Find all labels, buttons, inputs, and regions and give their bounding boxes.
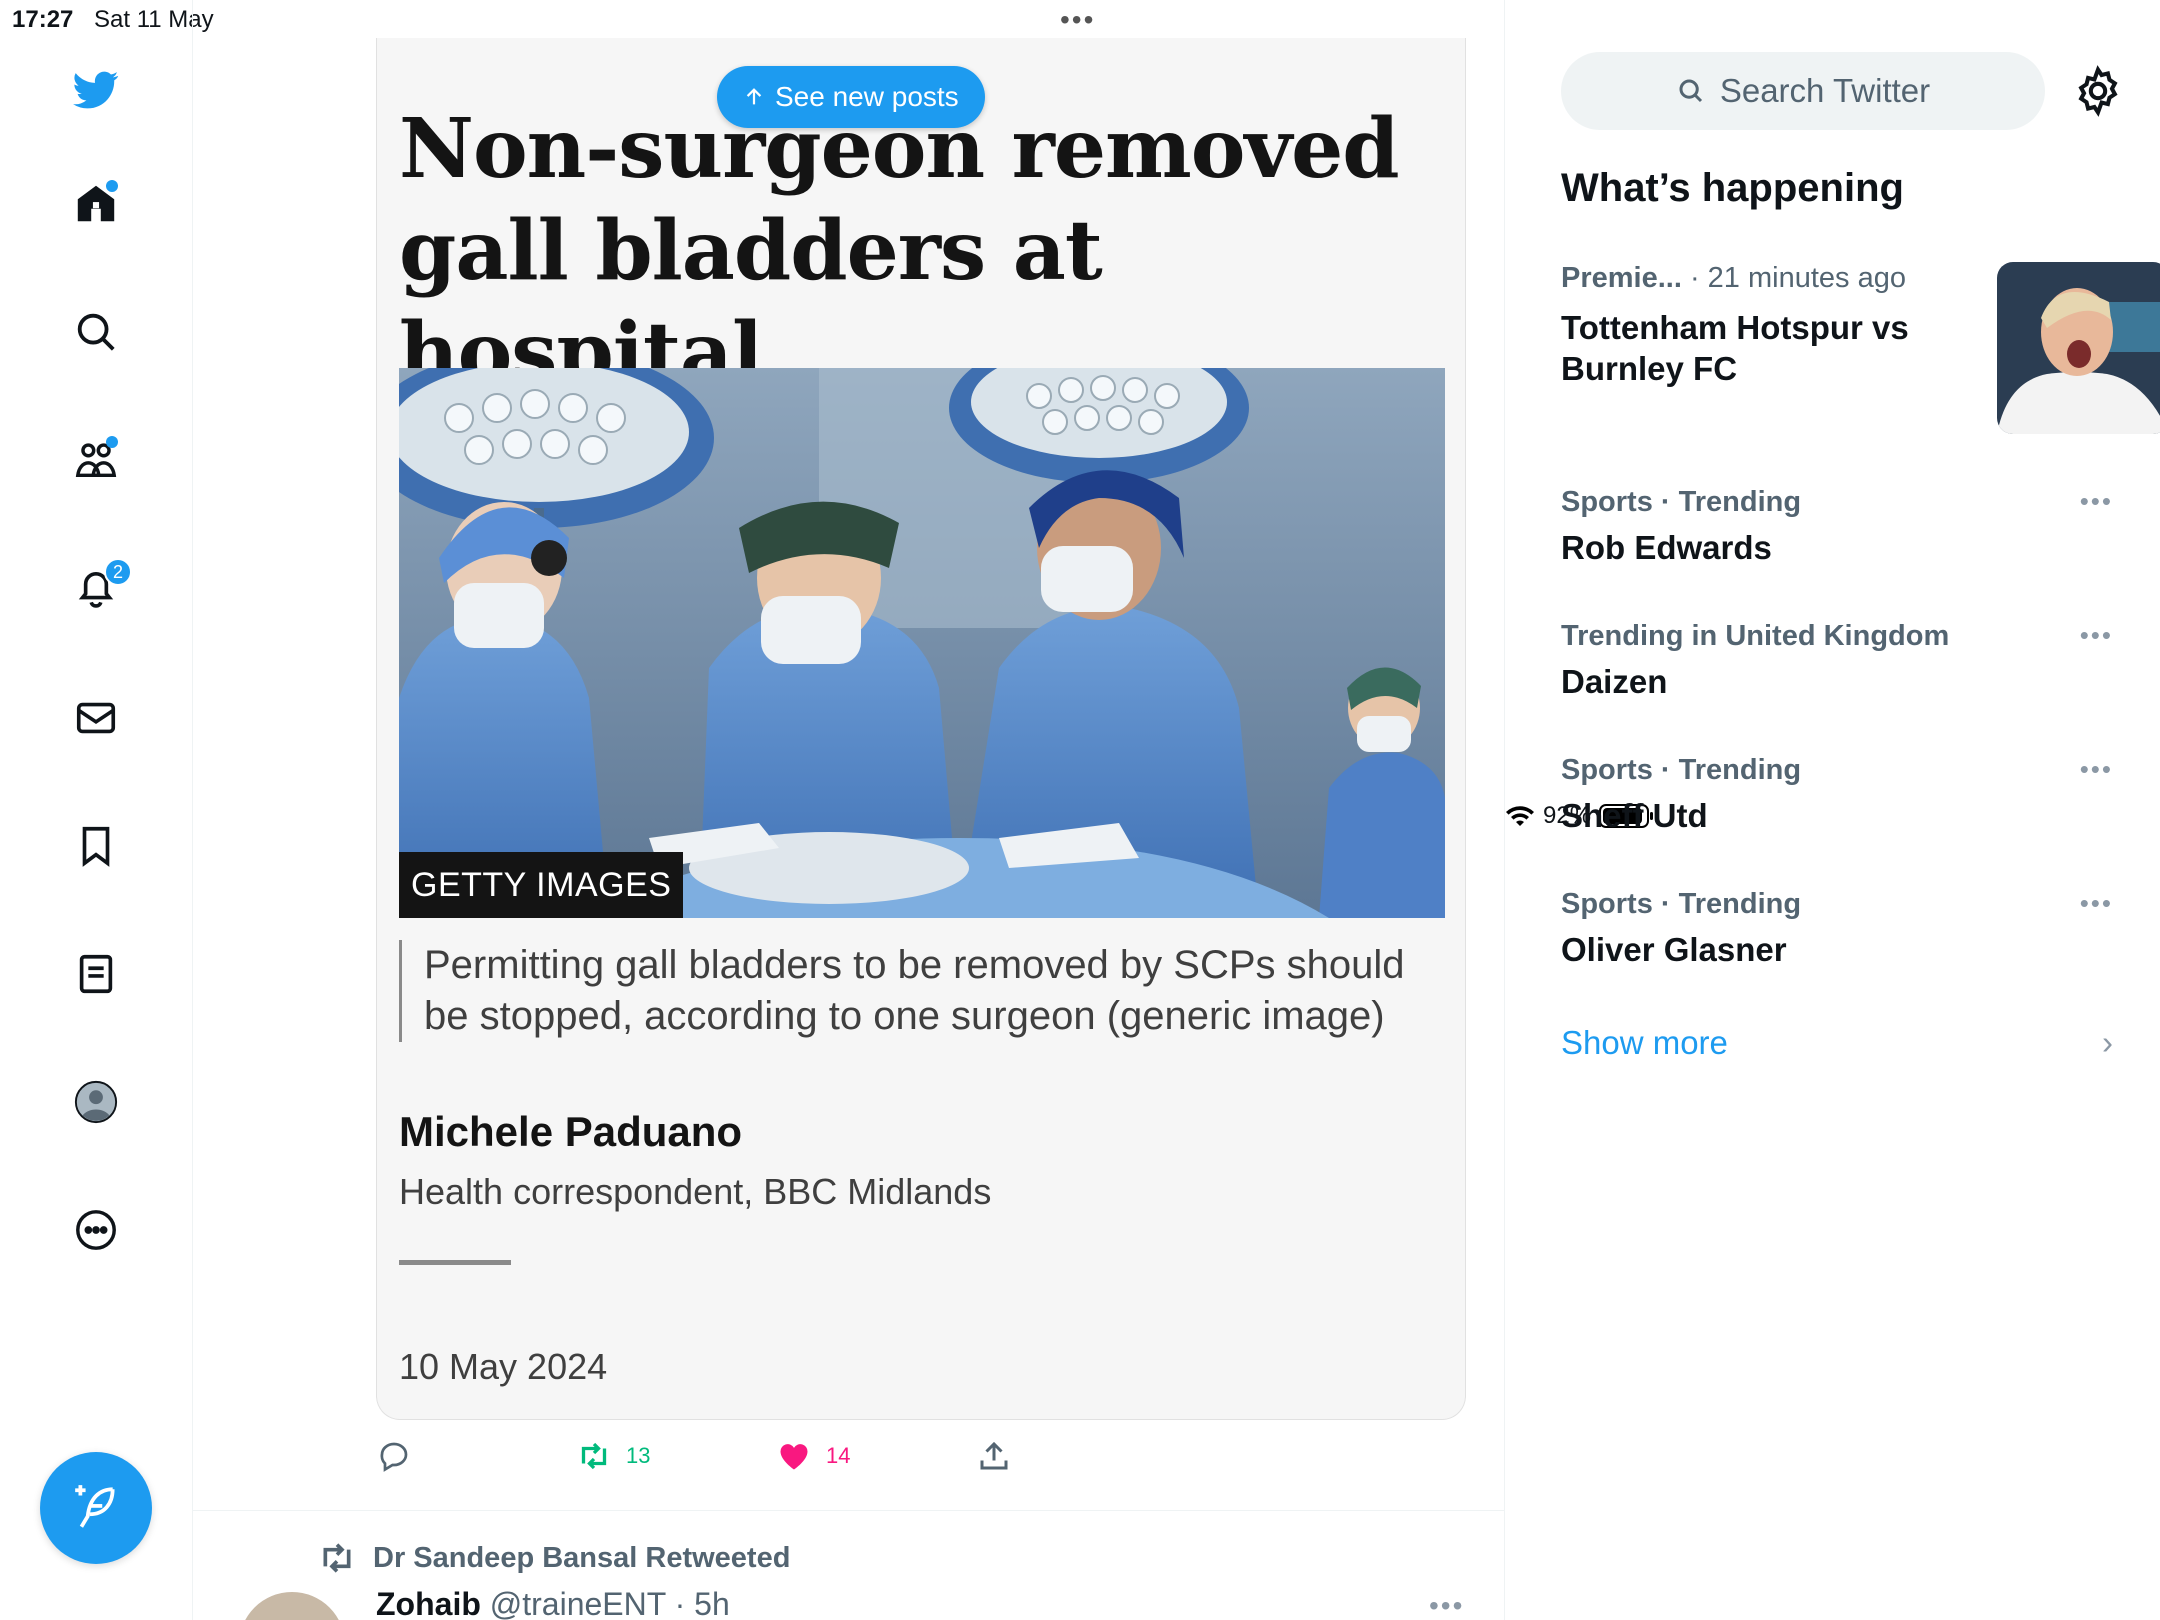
search-placeholder: Search Twitter bbox=[1719, 72, 1931, 109]
photo-credit: GETTY IMAGES bbox=[399, 852, 684, 918]
profile-avatar[interactable] bbox=[66, 1072, 126, 1132]
trend-name: Sheff Utd bbox=[1561, 797, 1708, 834]
settings-gear-icon[interactable] bbox=[2071, 64, 2125, 118]
bookmark-icon[interactable] bbox=[66, 816, 126, 876]
trend-name: Daizen bbox=[1561, 663, 1668, 700]
trend-category: Sports · Trending bbox=[1561, 486, 1802, 518]
trend-more-icon[interactable]: ••• bbox=[2080, 620, 2113, 651]
news-item[interactable]: Premie... · 21 minutes ago Tottenham Hot… bbox=[1561, 262, 2160, 434]
share-button[interactable] bbox=[976, 1438, 1012, 1474]
lists-icon[interactable] bbox=[66, 944, 126, 1004]
news-category: Premie... bbox=[1561, 262, 1682, 294]
more-icon[interactable] bbox=[66, 1200, 126, 1260]
retweeted-by-label: Dr Sandeep Bansal Retweeted bbox=[373, 1541, 791, 1574]
compose-feather-icon bbox=[75, 1485, 115, 1528]
left-nav: 2 bbox=[0, 0, 193, 1620]
trend-item[interactable]: Sports · Trending Sheff Utd ••• bbox=[1561, 754, 2113, 835]
news-time: · 21 minutes ago bbox=[1689, 262, 1906, 294]
tweet-author-name: Zohaib bbox=[376, 1586, 481, 1620]
retweet-small-icon bbox=[323, 1543, 351, 1573]
tweet-header[interactable]: Zohaib @traineENT · 5h bbox=[376, 1586, 730, 1620]
show-more-link[interactable]: Show more › bbox=[1561, 1024, 2113, 1062]
mail-icon[interactable] bbox=[66, 688, 126, 748]
tweet-author-avatar[interactable] bbox=[239, 1592, 345, 1620]
communities-icon[interactable] bbox=[66, 430, 126, 490]
share-icon bbox=[980, 1441, 1008, 1470]
trend-more-icon[interactable]: ••• bbox=[2080, 888, 2113, 919]
retweeted-by[interactable]: Dr Sandeep Bansal Retweeted bbox=[317, 1538, 790, 1578]
trend-more-icon[interactable]: ••• bbox=[2080, 486, 2113, 517]
like-button[interactable]: 14 bbox=[776, 1438, 850, 1474]
search-field-icon bbox=[1679, 79, 1702, 103]
heart-icon bbox=[780, 1444, 808, 1470]
search-input[interactable]: Search Twitter bbox=[1561, 52, 2045, 130]
article-photo: GETTY IMAGES bbox=[399, 368, 1445, 918]
trend-category: Trending in United Kingdom bbox=[1561, 620, 1950, 652]
article-date: 10 May 2024 bbox=[399, 1346, 608, 1387]
trend-category: Sports · Trending bbox=[1561, 888, 1802, 920]
chevron-right-icon: › bbox=[2102, 1024, 2113, 1061]
trend-item[interactable]: Sports · Trending Rob Edwards ••• bbox=[1561, 486, 2113, 567]
tweet-actions: 13 14 bbox=[376, 1438, 1466, 1482]
tweet-more-icon[interactable]: ••• bbox=[1429, 1590, 1464, 1620]
arrow-up-icon bbox=[746, 88, 762, 105]
news-thumbnail bbox=[1997, 262, 2160, 434]
home-icon[interactable] bbox=[66, 174, 126, 234]
search-icon[interactable] bbox=[66, 302, 126, 362]
reply-icon bbox=[380, 1442, 408, 1472]
trend-more-icon[interactable]: ••• bbox=[2080, 754, 2113, 785]
surgery-scene-image bbox=[399, 368, 1445, 918]
trend-name: Rob Edwards bbox=[1561, 529, 1772, 566]
retweet-count: 13 bbox=[626, 1443, 651, 1468]
tweet-author-handle: @traineENT · 5h bbox=[489, 1586, 730, 1620]
tweet-divider bbox=[193, 1510, 1505, 1511]
link-preview-card[interactable]: Non-surgeon removed gall bladders at hos… bbox=[376, 38, 1466, 1420]
see-new-posts-button[interactable]: See new posts bbox=[717, 66, 985, 128]
trend-name: Oliver Glasner bbox=[1561, 931, 1787, 968]
bell-icon[interactable]: 2 bbox=[66, 558, 132, 618]
twitter-logo-icon[interactable] bbox=[66, 60, 126, 120]
article-author: Michele Paduano bbox=[399, 1108, 743, 1155]
author-role: Health correspondent, BBC Midlands bbox=[399, 1171, 992, 1212]
main-feed: Non-surgeon removed gall bladders at hos… bbox=[193, 0, 1505, 1620]
see-new-posts-label: See new posts bbox=[775, 81, 959, 112]
trend-item[interactable]: Trending in United Kingdom Daizen ••• bbox=[1561, 620, 2113, 701]
home-new-dot bbox=[106, 180, 118, 192]
photo-caption: Permitting gall bladders to be removed b… bbox=[399, 940, 1445, 1042]
notifications-badge: 2 bbox=[104, 558, 132, 586]
retweet-button[interactable]: 13 bbox=[576, 1438, 650, 1474]
retweet-icon bbox=[581, 1442, 607, 1470]
show-more-label: Show more bbox=[1561, 1024, 1728, 1061]
trend-category: Sports · Trending bbox=[1561, 754, 1802, 786]
article-headline: Non-surgeon removed gall bladders at hos… bbox=[399, 101, 1400, 401]
reply-button[interactable] bbox=[376, 1438, 412, 1474]
compose-button[interactable] bbox=[40, 1452, 152, 1564]
news-title: Tottenham Hotspur vs Burnley FC bbox=[1561, 309, 1909, 387]
communities-new-dot bbox=[106, 436, 118, 448]
right-sidebar: Search Twitter What’s happening Premie..… bbox=[1505, 0, 2160, 1620]
whats-happening-title: What’s happening bbox=[1561, 166, 1904, 210]
trend-item[interactable]: Sports · Trending Oliver Glasner ••• bbox=[1561, 888, 2113, 969]
divider-rule bbox=[399, 1260, 511, 1265]
like-count: 14 bbox=[826, 1443, 851, 1468]
